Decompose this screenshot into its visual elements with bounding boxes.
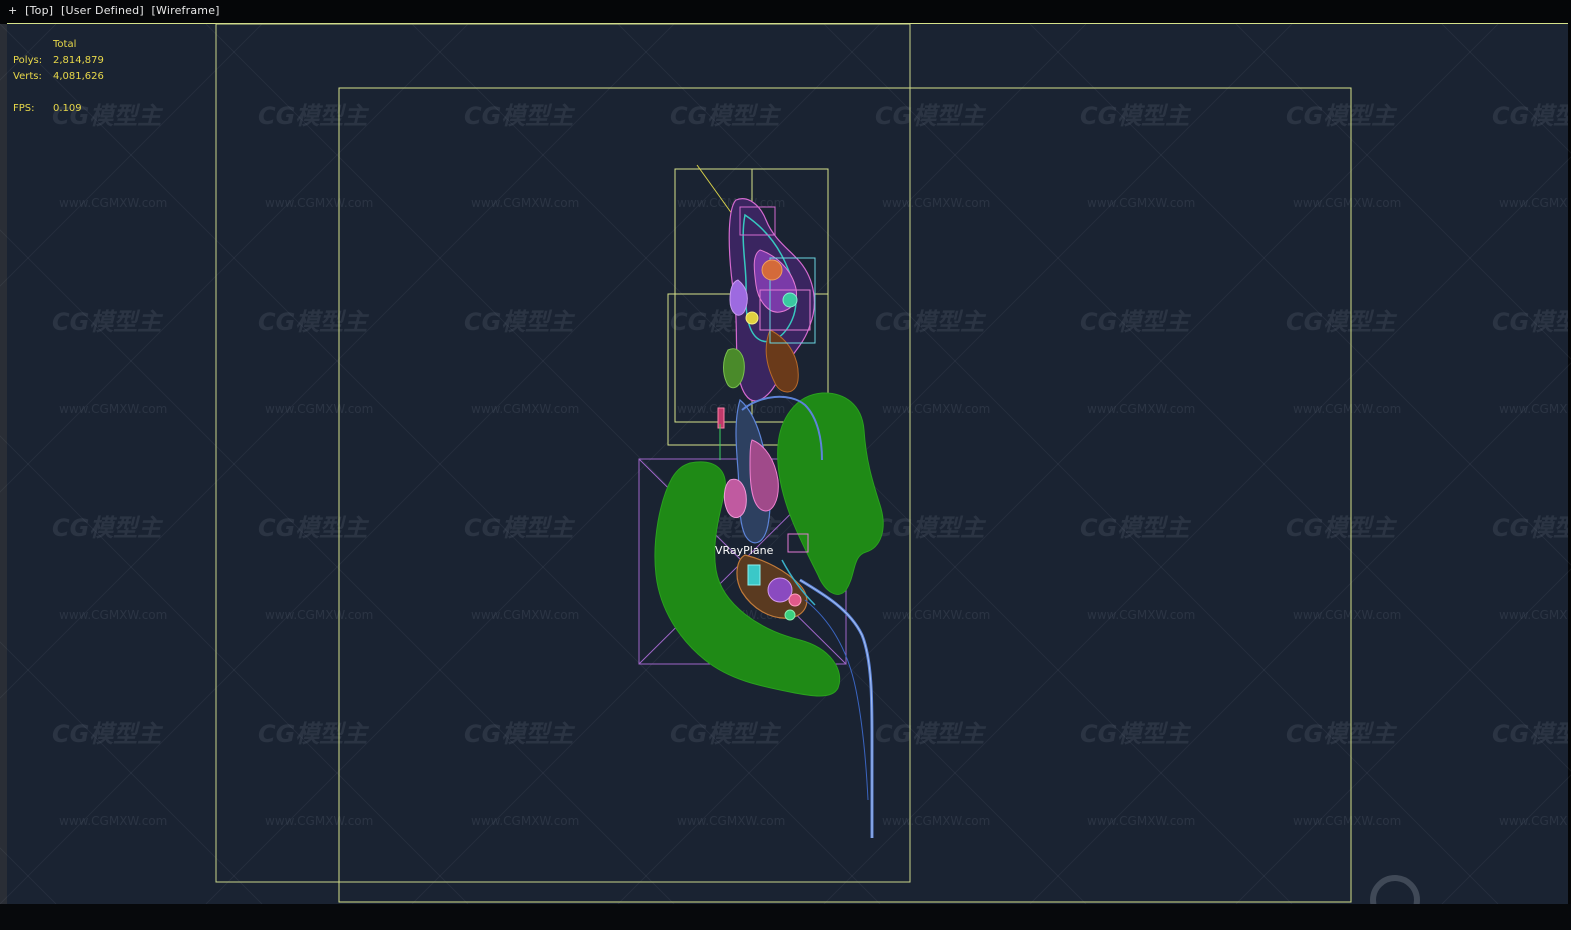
polys-value: 2,814,879 [53,55,104,66]
fps-label: FPS: [13,103,35,114]
stats-header: Total [53,39,77,50]
viewport-footer [0,904,1571,930]
polys-label: Polys: [13,55,43,66]
vrayplane-label: VRayPlane [715,544,774,557]
stats-overlay: Total Polys: 2,814,879 Verts: 4,081,626 FP… [13,37,104,117]
verts-value: 4,081,626 [53,71,104,82]
terrain-right [777,392,884,595]
verts-label: Verts: [13,71,42,82]
scene-wireframe [0,23,1571,925]
fps-value: 0.109 [53,103,82,114]
